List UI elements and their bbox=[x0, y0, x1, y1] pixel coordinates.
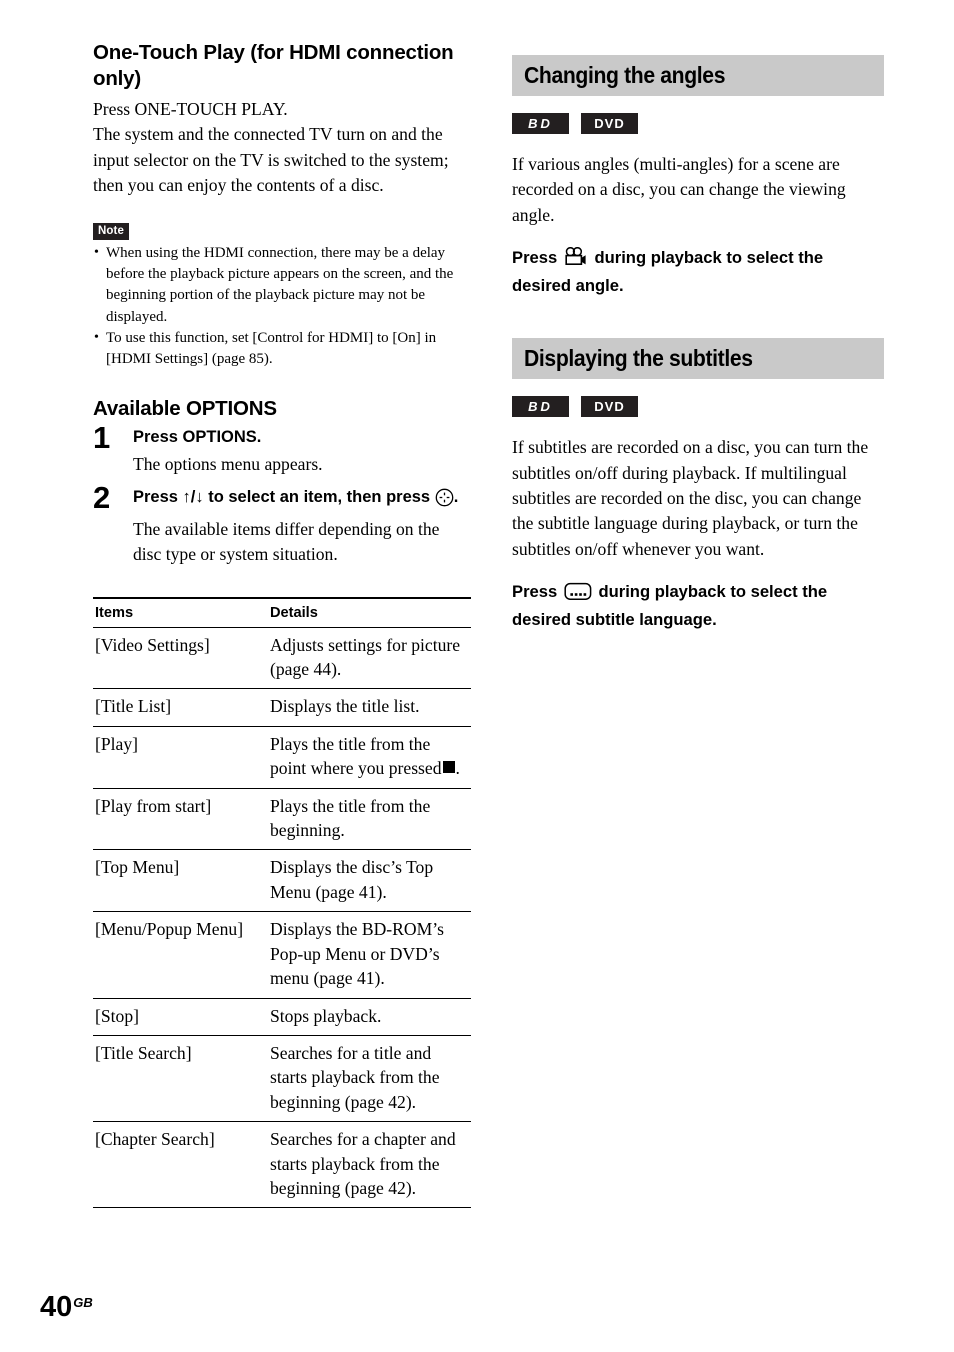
document-page: One-Touch Play (for HDMI connection only… bbox=[0, 0, 954, 1352]
note-item: When using the HDMI connection, there ma… bbox=[93, 242, 471, 328]
table-row: [Play] Plays the title from the point wh… bbox=[93, 726, 471, 789]
table-cell-detail: Searches for a title and starts playback… bbox=[268, 1035, 471, 1123]
step-1-number: 1 bbox=[93, 420, 111, 456]
table-row: [Title Search] Searches for a title and … bbox=[93, 1035, 471, 1123]
table-row: [Stop] Stops playback. bbox=[93, 998, 471, 1036]
bd-badge: BD bbox=[512, 396, 569, 418]
section-header-bar: Displaying the subtitles bbox=[512, 338, 884, 380]
table-cell-detail: Displays the disc’s Top Menu (page 41). bbox=[268, 849, 471, 913]
note-list: When using the HDMI connection, there ma… bbox=[93, 242, 471, 371]
step-2-description: The available items differ depending on … bbox=[133, 518, 440, 565]
column-header-items: Items bbox=[93, 596, 268, 628]
table-cell-item: [Video Settings] bbox=[93, 627, 268, 690]
step-1-title: Press OPTIONS. bbox=[133, 428, 262, 447]
table-row: [Top Menu] Displays the disc’s Top Menu … bbox=[93, 849, 471, 913]
press-angle-instruction: Press during playback to select the desi… bbox=[512, 246, 884, 297]
table-cell-item: [Top Menu] bbox=[93, 849, 268, 913]
one-touch-play-paragraph-1: Press ONE-TOUCH PLAY. bbox=[93, 99, 288, 119]
table-row: [Menu/Popup Menu] Displays the BD-ROM’s … bbox=[93, 911, 471, 999]
table-cell-detail: Stops playback. bbox=[268, 998, 471, 1036]
step-2-title: Press ↑/↓ to select an item, then press … bbox=[133, 486, 471, 514]
one-touch-play-heading: One-Touch Play (for HDMI connection only… bbox=[93, 41, 454, 90]
page-number: 40GB bbox=[40, 1288, 93, 1322]
table-cell-detail: Plays the title from the point where you… bbox=[268, 726, 471, 789]
table-cell-item: [Title Search] bbox=[93, 1035, 268, 1123]
table-cell-detail: Plays the title from the beginning. bbox=[268, 788, 471, 851]
page-number-value: 40 bbox=[40, 1291, 73, 1323]
dvd-badge: DVD bbox=[581, 396, 638, 418]
table-cell-detail: Displays the BD-ROM’s Pop-up Menu or DVD… bbox=[268, 911, 471, 999]
section-displaying-the-subtitles: Displaying the subtitles BD DVD If subti… bbox=[512, 338, 884, 631]
table-cell-detail-text-before-icon: Plays the title from the point where you… bbox=[270, 733, 442, 779]
table-cell-item: [Play] bbox=[93, 726, 268, 789]
table-cell-detail-text-after-icon: . bbox=[455, 758, 460, 779]
step-1-description: The options menu appears. bbox=[133, 454, 323, 475]
step-2-number: 2 bbox=[93, 479, 111, 515]
table-row: [Play from start] Plays the title from t… bbox=[93, 788, 471, 851]
note-item: To use this function, set [Control for H… bbox=[93, 327, 471, 371]
press-text-before-icon: Press bbox=[512, 582, 558, 602]
section-body-text: If various angles (multi-angles) for a s… bbox=[512, 154, 846, 225]
table-cell-item: [Play from start] bbox=[93, 788, 268, 851]
press-subtitle-instruction: Press during playback to select the desi… bbox=[512, 580, 884, 631]
press-text-after-icon: during playback to select the desired an… bbox=[512, 248, 824, 295]
table-row: [Video Settings] Adjusts settings for pi… bbox=[93, 627, 471, 690]
stop-button-icon bbox=[442, 761, 455, 774]
dvd-badge: DVD bbox=[581, 113, 638, 134]
media-badge-row: BD DVD bbox=[512, 113, 884, 134]
step-1: 1 Press OPTIONS. The options menu appear… bbox=[93, 421, 471, 477]
table-cell-detail: Displays the title list. bbox=[268, 688, 471, 727]
angle-camera-icon bbox=[564, 247, 588, 274]
page-region-suffix: GB bbox=[73, 1295, 93, 1310]
available-options-table: Items Details [Video Settings] Adjusts s… bbox=[93, 596, 471, 1209]
table-cell-item: [Menu/Popup Menu] bbox=[93, 911, 268, 999]
table-cell-item: [Chapter Search] bbox=[93, 1121, 268, 1209]
section-body-text: If subtitles are recorded on a disc, you… bbox=[512, 437, 869, 559]
table-cell-detail: Adjusts settings for picture (page 44). bbox=[268, 627, 471, 690]
section-changing-the-angles: Changing the angles BD DVD If various an… bbox=[512, 55, 884, 297]
step-2: 2 Press ↑/↓ to select an item, then pres… bbox=[93, 480, 471, 568]
right-column: Changing the angles BD DVD If various an… bbox=[512, 55, 884, 631]
table-header-row: Items Details bbox=[93, 596, 471, 628]
subtitle-icon bbox=[564, 582, 592, 608]
section-title: Displaying the subtitles bbox=[524, 345, 753, 372]
press-text-after-icon: during playback to select the desired su… bbox=[512, 582, 828, 629]
table-row: [Title List] Displays the title list. bbox=[93, 688, 471, 727]
column-header-details: Details bbox=[268, 596, 471, 628]
available-options-heading: Available OPTIONS bbox=[93, 397, 277, 421]
step-2-title-text-after-icon: . bbox=[453, 487, 459, 506]
section-title: Changing the angles bbox=[524, 62, 726, 88]
table-cell-item: [Title List] bbox=[93, 688, 268, 727]
table-row: [Chapter Search] Searches for a chapter … bbox=[93, 1121, 471, 1209]
press-text-before-icon: Press bbox=[512, 248, 558, 268]
one-touch-play-paragraph-2: The system and the connected TV turn on … bbox=[93, 124, 449, 196]
bd-badge: BD bbox=[512, 113, 569, 134]
step-2-title-text-before-icon: Press ↑/↓ to select an item, then press bbox=[133, 487, 431, 506]
media-badge-row: BD DVD bbox=[512, 396, 884, 418]
note-tag: Note bbox=[93, 222, 129, 240]
left-column: One-Touch Play (for HDMI connection only… bbox=[93, 40, 471, 1209]
table-cell-item: [Stop] bbox=[93, 998, 268, 1036]
enter-button-icon bbox=[435, 488, 454, 514]
section-header-bar: Changing the angles bbox=[512, 55, 884, 96]
table-cell-detail: Searches for a chapter and starts playba… bbox=[268, 1121, 471, 1209]
